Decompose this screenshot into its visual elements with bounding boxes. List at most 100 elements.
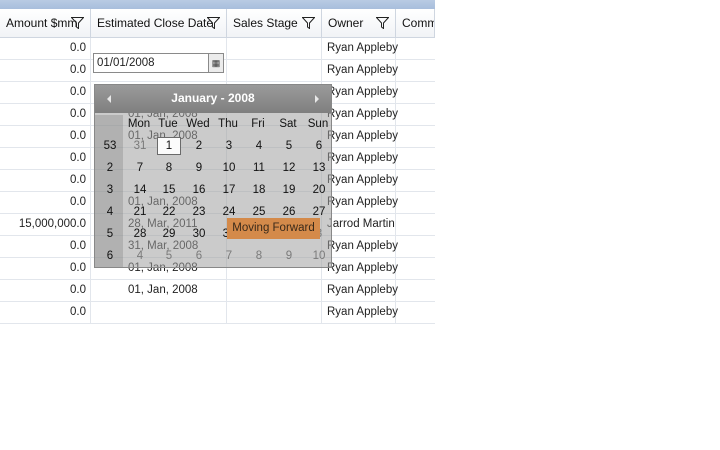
table-row[interactable]: 0.0 Ryan Appleby	[0, 302, 435, 324]
calendar-day[interactable]: 7	[214, 245, 244, 267]
comments-cell[interactable]	[396, 126, 435, 147]
weekday-header: Sun	[307, 118, 329, 130]
comments-cell[interactable]	[396, 104, 435, 125]
calendar-day[interactable]: 7	[125, 157, 155, 179]
filter-icon[interactable]	[302, 17, 315, 29]
calendar-day[interactable]: 14	[125, 179, 155, 201]
filter-icon[interactable]	[376, 17, 389, 29]
calendar-day[interactable]: 29	[154, 223, 184, 245]
calendar-day[interactable]: 17	[214, 179, 244, 201]
calendar-day[interactable]: 23	[184, 201, 214, 223]
amount-cell[interactable]: 0.0	[0, 258, 91, 279]
amount-cell[interactable]: 0.0	[0, 104, 91, 125]
calendar-day[interactable]: 6	[304, 135, 334, 157]
sales-stage-cell[interactable]	[227, 60, 322, 81]
comments-cell[interactable]	[396, 236, 435, 257]
owner-cell[interactable]: Ryan Appleby	[322, 60, 398, 81]
calendar-day[interactable]: 9	[274, 245, 304, 267]
week-number: 5	[106, 228, 114, 240]
weekday-header: Sat	[279, 118, 297, 130]
close-date-input[interactable]: 01/01/2008	[97, 57, 155, 69]
amount-cell[interactable]: 15,000,000.0	[0, 214, 91, 235]
col-comments-header[interactable]: Comme	[396, 9, 435, 37]
calendar-day[interactable]: 8	[154, 157, 184, 179]
week-number: 2	[106, 162, 114, 174]
comments-cell[interactable]	[396, 302, 435, 323]
calendar-day[interactable]: 6	[184, 245, 214, 267]
owner-cell[interactable]: Ryan Appleby	[322, 280, 398, 301]
comments-cell[interactable]	[396, 38, 435, 59]
calendar-day[interactable]: 30	[184, 223, 214, 245]
comments-cell[interactable]	[396, 148, 435, 169]
calendar-day[interactable]: 5	[274, 135, 304, 157]
calendar-day[interactable]: 12	[274, 157, 304, 179]
close-date-cell[interactable]	[91, 302, 227, 323]
calendar-day[interactable]: 28	[125, 223, 155, 245]
calendar-day[interactable]: 18	[244, 179, 274, 201]
comments-cell[interactable]	[396, 60, 435, 81]
calendar-day[interactable]: 31	[125, 135, 155, 157]
amount-cell[interactable]: 0.0	[0, 60, 91, 81]
week-number: 4	[106, 206, 114, 218]
amount-cell[interactable]: 0.0	[0, 170, 91, 191]
table-row[interactable]: 0.001, Jan, 2008 Ryan Appleby	[0, 280, 435, 302]
amount-cell[interactable]: 0.0	[0, 192, 91, 213]
amount-cell[interactable]: 0.0	[0, 280, 91, 301]
amount-cell[interactable]: 0.0	[0, 38, 91, 59]
calendar-day[interactable]: 22	[154, 201, 184, 223]
selected-day[interactable]: 1	[157, 137, 181, 155]
calendar-day[interactable]: 3	[214, 135, 244, 157]
sales-stage-cell[interactable]	[227, 302, 322, 323]
comments-cell[interactable]	[396, 214, 435, 235]
sales-stage-cell[interactable]	[227, 280, 322, 301]
calendar-day[interactable]: 13	[304, 157, 334, 179]
calendar-day[interactable]: 8	[244, 245, 274, 267]
column-header-label: Comme	[402, 16, 434, 30]
calendar-day[interactable]: 16	[184, 179, 214, 201]
col-close-date-header[interactable]: Estimated Close Date	[91, 9, 227, 37]
sales-stage-cell[interactable]	[227, 38, 322, 59]
comments-cell[interactable]	[396, 280, 435, 301]
calendar-day[interactable]: 5	[154, 245, 184, 267]
calendar-day[interactable]: 4	[125, 245, 155, 267]
week-number: 6	[106, 250, 114, 262]
amount-cell[interactable]: 0.0	[0, 236, 91, 257]
owner-cell[interactable]: Ryan Appleby	[322, 302, 398, 323]
calendar-day[interactable]: 21	[125, 201, 155, 223]
col-amount-header[interactable]: Amount $mm	[0, 9, 91, 37]
date-picker-popup: January - 2008 Mon Tue Wed Thu Fri Sat Sun 53 31…	[94, 84, 332, 268]
col-owner-header[interactable]: Owner	[322, 9, 396, 37]
calendar-day[interactable]: 9	[184, 157, 214, 179]
calendar-day[interactable]: 15	[154, 179, 184, 201]
calendar-day[interactable]: 10	[214, 157, 244, 179]
col-sales-stage-header[interactable]: Sales Stage	[227, 9, 322, 37]
column-header-label: Owner	[328, 16, 364, 30]
calendar-day[interactable]: 11	[244, 157, 274, 179]
owner-cell[interactable]: Ryan Appleby	[322, 38, 398, 59]
calendar-icon[interactable]: ▦	[208, 54, 223, 72]
next-month-icon[interactable]	[313, 94, 321, 104]
owner-cell[interactable]: Ryan Appleby	[322, 82, 398, 103]
close-date-cell[interactable]: 01, Jan, 2008	[91, 280, 227, 301]
calendar-day[interactable]: 10	[304, 245, 334, 267]
amount-cell[interactable]: 0.0	[0, 82, 91, 103]
filter-icon[interactable]	[207, 17, 220, 29]
calendar-day[interactable]: 19	[274, 179, 304, 201]
calendar-day[interactable]: 4	[244, 135, 274, 157]
calendar-day[interactable]: 2	[184, 135, 214, 157]
amount-cell[interactable]: 0.0	[0, 302, 91, 323]
calendar-header: January - 2008	[95, 85, 331, 113]
comments-cell[interactable]	[396, 170, 435, 191]
calendar-month-title[interactable]: January - 2008	[95, 91, 331, 105]
column-header-label: Estimated Close Date	[97, 16, 214, 30]
close-date-editor[interactable]: 01/01/2008 ▦	[93, 53, 224, 73]
comments-cell[interactable]	[396, 82, 435, 103]
weekday-header: Mon	[127, 118, 151, 130]
filter-icon[interactable]	[71, 17, 84, 29]
owner-cell[interactable]: Ryan Appleby	[322, 104, 398, 125]
amount-cell[interactable]: 0.0	[0, 126, 91, 147]
comments-cell[interactable]	[396, 192, 435, 213]
calendar-day[interactable]: 20	[304, 179, 334, 201]
comments-cell[interactable]	[396, 258, 435, 279]
amount-cell[interactable]: 0.0	[0, 148, 91, 169]
